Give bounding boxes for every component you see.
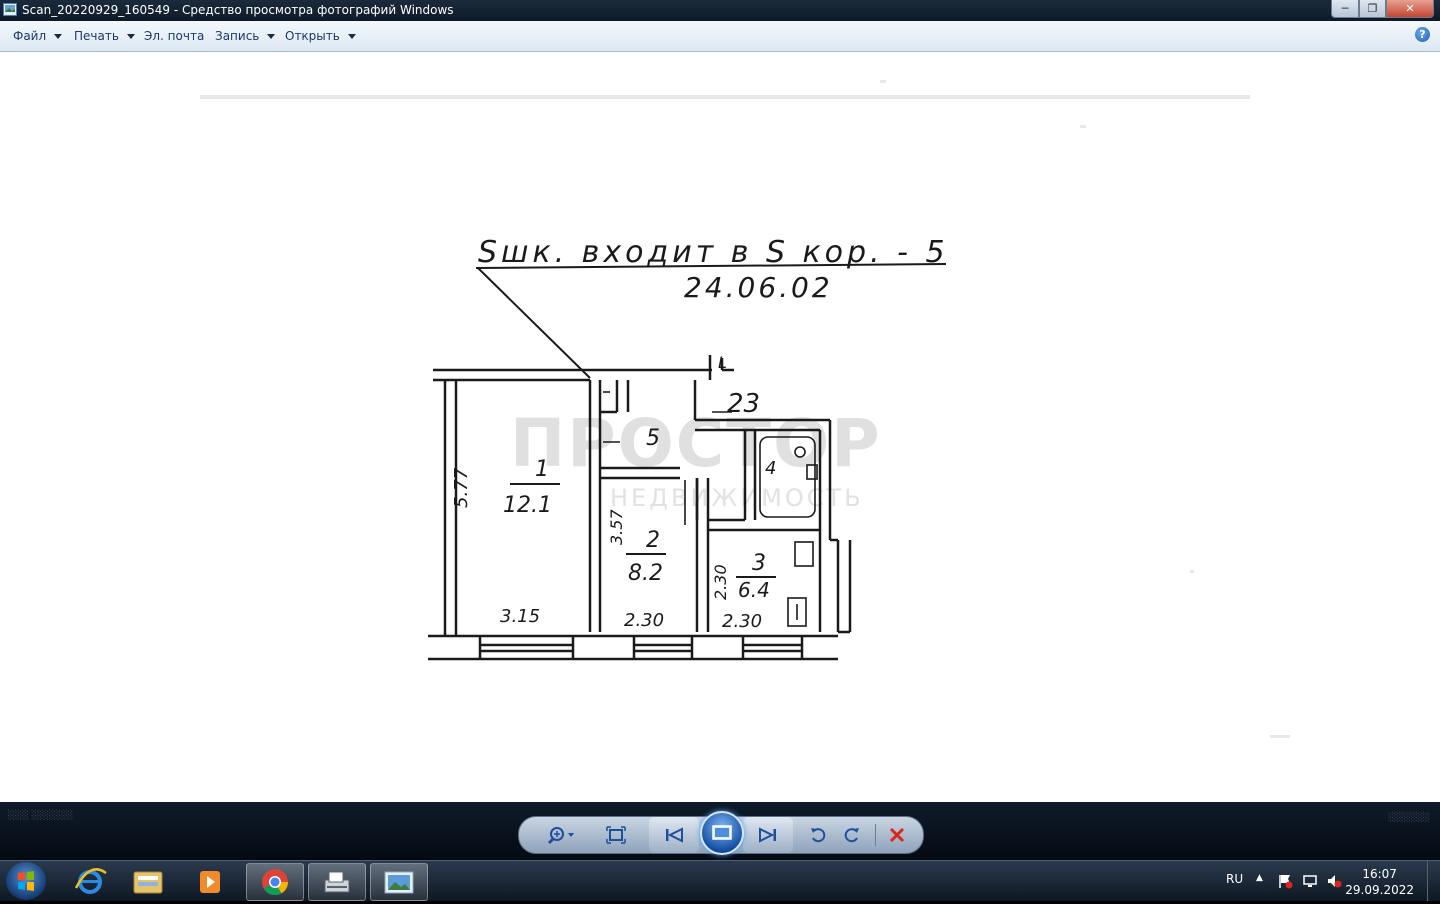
room2-area: 8.2 xyxy=(628,561,663,586)
chevron-down-icon xyxy=(54,34,63,39)
maximize-icon: ❐ xyxy=(1367,2,1378,15)
plan-header-line2: 24.06.02 xyxy=(684,271,833,304)
background-ghost-text: ░░░ ░░░░░░ xyxy=(8,811,74,821)
slideshow-icon xyxy=(712,825,732,840)
background-ghost-text-right: ░░░░░░ xyxy=(1388,813,1430,823)
menu-email[interactable]: Эл. почта xyxy=(144,29,204,43)
menu-file-label: Файл xyxy=(13,29,47,43)
clock-date: 29.09.2022 xyxy=(1345,883,1414,897)
close-icon: ✕ xyxy=(1405,2,1415,15)
internet-explorer-icon xyxy=(74,868,107,894)
actual-size-icon xyxy=(606,826,626,844)
taskbar-file-explorer[interactable] xyxy=(120,863,176,899)
room1-width: 3.15 xyxy=(500,606,540,627)
taskbar-internet-explorer[interactable] xyxy=(62,863,118,899)
room3-number: 3 xyxy=(752,551,766,576)
taskbar: RU ▲ 16:07 29.09.2022 xyxy=(0,860,1440,901)
room3-length: 2.30 xyxy=(711,564,730,600)
help-button[interactable]: ? xyxy=(1415,27,1430,42)
room1-length: 5.77 xyxy=(451,467,472,508)
room2-width: 2.30 xyxy=(624,610,664,631)
room2-number: 2 xyxy=(646,528,660,553)
media-player-icon xyxy=(200,871,220,893)
menu-bar: Файл Печать Эл. почта Запись Открыть ? xyxy=(0,21,1440,52)
next-icon xyxy=(759,827,776,843)
close-button[interactable]: ✕ xyxy=(1386,0,1434,18)
windows-logo-icon xyxy=(18,871,34,891)
photo-viewer-icon xyxy=(384,871,414,894)
action-center-flag-icon[interactable] xyxy=(1277,873,1293,889)
tray-expand-icon[interactable]: ▲ xyxy=(1256,873,1263,883)
zoom-button[interactable] xyxy=(541,817,581,853)
window-title: Scan_20220929_160549 - Средство просмотр… xyxy=(22,3,454,17)
menu-print[interactable]: Печать xyxy=(74,29,135,43)
taskbar-media-player[interactable] xyxy=(182,863,238,899)
previous-button[interactable] xyxy=(649,817,699,853)
rotate-right-icon xyxy=(844,828,859,843)
network-icon[interactable] xyxy=(1302,873,1318,889)
floor-plan-scan: Sшк. входит в S кор. - 5 24.06.02 ПРОСТО… xyxy=(200,80,1290,738)
room1-area: 12.1 xyxy=(503,493,552,518)
system-clock[interactable]: 16:07 29.09.2022 xyxy=(1345,866,1414,898)
chevron-down-icon xyxy=(126,34,135,39)
chevron-down-icon xyxy=(267,34,276,39)
actual-size-button[interactable] xyxy=(601,817,631,853)
menu-email-label: Эл. почта xyxy=(144,29,205,43)
rotate-right-button[interactable] xyxy=(839,817,865,853)
flat-number: 23 xyxy=(727,389,760,419)
watermark-sub: НЕДВИЖИМОСТЬ xyxy=(610,484,864,512)
scanner-icon xyxy=(324,871,350,893)
room5-number: 5 xyxy=(646,426,660,451)
minimize-button[interactable]: ─ xyxy=(1331,0,1359,18)
help-icon: ? xyxy=(1419,28,1426,41)
room3-area: 6.4 xyxy=(738,578,770,602)
previous-icon xyxy=(666,827,683,843)
chrome-icon xyxy=(262,869,289,896)
menu-burn-label: Запись xyxy=(215,29,260,43)
show-desktop-button[interactable] xyxy=(1427,861,1440,901)
stove-icon xyxy=(794,541,814,567)
photo-viewer-app-icon xyxy=(3,3,17,16)
title-bar: Scan_20220929_160549 - Средство просмотр… xyxy=(0,0,1440,21)
folder-icon xyxy=(133,871,163,894)
window-controls: ─ ❐ ✕ xyxy=(1331,0,1434,18)
start-button[interactable] xyxy=(6,862,46,900)
image-canvas[interactable]: Sшк. входит в S кор. - 5 24.06.02 ПРОСТО… xyxy=(0,52,1440,802)
rotate-left-button[interactable] xyxy=(805,817,831,853)
taskbar-scanner[interactable] xyxy=(308,863,366,901)
menu-burn[interactable]: Запись xyxy=(215,29,276,43)
taskbar-chrome[interactable] xyxy=(246,863,304,901)
zoom-icon xyxy=(547,827,574,845)
menu-file[interactable]: Файл xyxy=(13,29,63,43)
room1-number: 1 xyxy=(535,457,549,482)
slideshow-button[interactable] xyxy=(700,811,744,855)
room3-width: 2.30 xyxy=(722,611,762,632)
delete-icon xyxy=(889,827,905,843)
menu-open[interactable]: Открыть xyxy=(285,29,356,43)
room2-length: 3.57 xyxy=(607,509,626,545)
next-button[interactable] xyxy=(743,817,793,853)
rotate-left-icon xyxy=(811,828,826,843)
clock-time: 16:07 xyxy=(1362,867,1397,881)
menu-open-label: Открыть xyxy=(285,29,340,43)
delete-button[interactable] xyxy=(883,817,911,853)
mark-l: L xyxy=(718,353,727,372)
chevron-down-icon xyxy=(347,34,356,39)
separator xyxy=(875,824,876,846)
menu-print-label: Печать xyxy=(74,29,119,43)
maximize-button[interactable]: ❐ xyxy=(1359,0,1386,18)
minimize-icon: ─ xyxy=(1341,2,1349,15)
volume-muted-icon[interactable] xyxy=(1326,873,1342,889)
room4-number: 4 xyxy=(765,458,776,479)
language-indicator[interactable]: RU xyxy=(1226,872,1243,886)
leader-line xyxy=(477,267,591,379)
taskbar-photo-viewer[interactable] xyxy=(370,863,428,901)
